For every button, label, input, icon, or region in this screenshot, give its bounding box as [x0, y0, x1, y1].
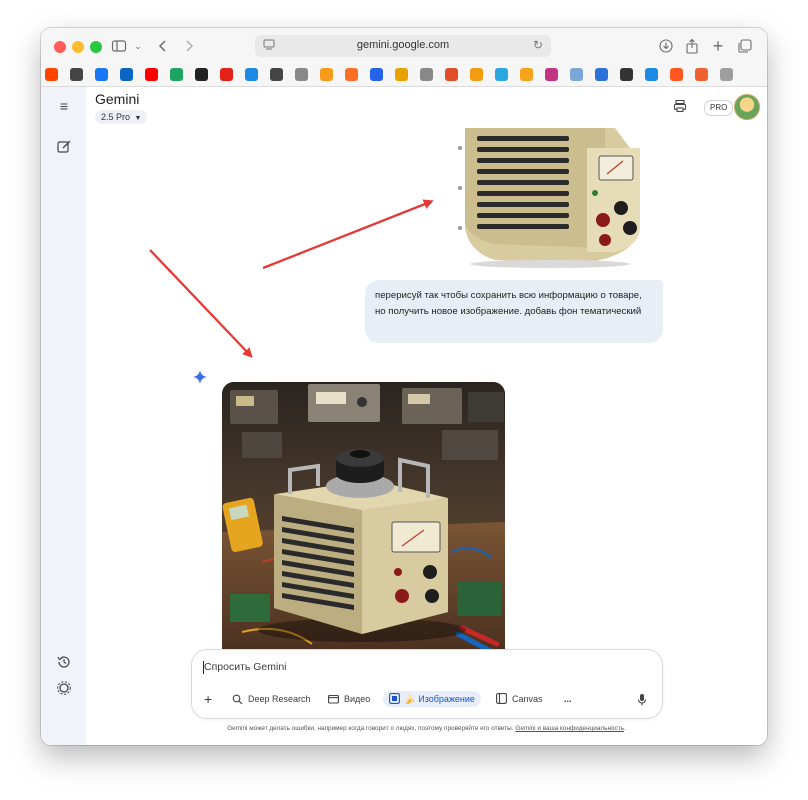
bookmark-favicon-icon[interactable] [395, 68, 408, 81]
gemini-app: ≡ Gemini 2.5 Pro ▼ PRO перерисуй так что… [41, 87, 767, 745]
bookmark-favicon-icon[interactable] [595, 68, 608, 81]
arrow-to-result [149, 249, 253, 358]
bookmark-favicon-icon[interactable] [570, 68, 583, 81]
image-button[interactable]: 🍌 Изображение [383, 691, 481, 707]
bookmark-favicon-icon[interactable] [170, 68, 183, 81]
add-icon[interactable]: + [204, 691, 212, 707]
settings-icon[interactable] [55, 679, 73, 697]
new-tab-icon[interactable]: + [711, 37, 725, 55]
generated-workshop-photo [222, 382, 505, 654]
gemini-sparkle-icon [193, 370, 207, 384]
voltage-regulator-photo [455, 128, 662, 268]
bookmark-favicon-icon[interactable] [295, 68, 308, 81]
bookmark-favicon-icon[interactable] [420, 68, 433, 81]
temporary-chat-icon[interactable] [673, 99, 687, 113]
bookmark-favicon-icon[interactable] [345, 68, 358, 81]
privacy-link[interactable]: Gemini и ваша конфиденциальность [515, 725, 624, 732]
bookmark-favicon-icon[interactable] [220, 68, 233, 81]
avatar[interactable] [734, 94, 760, 120]
pro-badge[interactable]: PRO [704, 100, 734, 116]
arrow-to-upload [262, 199, 434, 270]
title-bar: ⌄ gemini.google.com ↻ + [41, 28, 767, 64]
bookmark-favicon-icon[interactable] [720, 68, 733, 81]
bookmarks-bar [41, 64, 767, 87]
microphone-icon[interactable] [637, 692, 647, 708]
bookmark-favicon-icon[interactable] [370, 68, 383, 81]
bookmark-favicon-icon[interactable] [70, 68, 83, 81]
canvas-button[interactable]: Canvas [496, 691, 543, 707]
bookmark-favicon-icon[interactable] [670, 68, 683, 81]
deep-research-button[interactable]: Deep Research [232, 691, 311, 707]
image-icon [389, 693, 400, 704]
browser-window: ⌄ gemini.google.com ↻ + ≡ Gemini 2.5 Pro… [41, 28, 767, 745]
bookmark-favicon-icon[interactable] [320, 68, 333, 81]
disclaimer-period: . [624, 725, 626, 732]
bookmark-favicon-icon[interactable] [695, 68, 708, 81]
share-icon[interactable] [684, 37, 700, 55]
model-label: 2.5 Pro [101, 112, 131, 122]
sidebar: ≡ [41, 87, 86, 745]
uploaded-product-image[interactable] [455, 128, 662, 268]
canvas-label: Canvas [512, 694, 543, 704]
video-label: Видео [344, 694, 371, 704]
forward-icon[interactable] [183, 37, 195, 55]
generated-image[interactable] [222, 382, 505, 654]
back-icon[interactable] [157, 37, 169, 55]
history-icon[interactable] [55, 653, 73, 671]
chevron-down-icon[interactable]: ⌄ [133, 37, 143, 55]
menu-icon[interactable]: ≡ [55, 97, 73, 115]
bookmark-favicon-icon[interactable] [645, 68, 658, 81]
bookmark-favicon-icon[interactable] [620, 68, 633, 81]
bookmark-favicon-icon[interactable] [545, 68, 558, 81]
bookmark-favicon-icon[interactable] [470, 68, 483, 81]
video-button[interactable]: Видео [328, 691, 370, 707]
page-title: Gemini [95, 91, 140, 107]
bookmark-favicon-icon[interactable] [270, 68, 283, 81]
tabs-overview-icon[interactable] [737, 37, 753, 55]
bookmark-favicon-icon[interactable] [120, 68, 133, 81]
minimize-window-button[interactable] [72, 41, 84, 53]
edit-icon[interactable] [55, 138, 73, 156]
deep-research-label: Deep Research [248, 694, 311, 704]
address-bar[interactable]: gemini.google.com ↻ [255, 35, 551, 57]
disclaimer: Gemini может делать ошибки, например ког… [86, 725, 767, 732]
bookmark-favicon-icon[interactable] [95, 68, 108, 81]
image-label: Изображение [418, 694, 475, 704]
bookmark-favicon-icon[interactable] [495, 68, 508, 81]
sidebar-toggle-icon[interactable] [111, 37, 127, 55]
prompt-input-box[interactable]: Спросить Gemini + Deep Research Видео 🍌 … [191, 649, 663, 719]
bookmark-favicon-icon[interactable] [445, 68, 458, 81]
main-area: Gemini 2.5 Pro ▼ PRO перерисуй так чтобы… [86, 87, 767, 745]
bookmark-favicon-icon[interactable] [45, 68, 58, 81]
reload-icon[interactable]: ↻ [533, 38, 543, 52]
deep-research-icon [232, 694, 243, 705]
close-window-button[interactable] [54, 41, 66, 53]
prompt-input[interactable]: Спросить Gemini [204, 661, 287, 673]
canvas-icon [496, 693, 507, 704]
user-message: перерисуй так чтобы сохранить всю информ… [365, 280, 663, 343]
disclaimer-text: Gemini может делать ошибки, например ког… [227, 725, 514, 732]
more-tools-button[interactable]: ... [564, 691, 572, 707]
download-icon[interactable] [658, 37, 674, 55]
bookmark-favicon-icon[interactable] [145, 68, 158, 81]
model-selector[interactable]: 2.5 Pro ▼ [95, 110, 148, 124]
zoom-window-button[interactable] [90, 41, 102, 53]
bookmark-favicon-icon[interactable] [520, 68, 533, 81]
caret-down-icon: ▼ [134, 115, 142, 122]
video-icon [328, 694, 339, 704]
bookmark-favicon-icon[interactable] [195, 68, 208, 81]
bookmark-favicon-icon[interactable] [245, 68, 258, 81]
banana-icon: 🍌 [404, 694, 416, 704]
url-text[interactable]: gemini.google.com [255, 39, 551, 51]
